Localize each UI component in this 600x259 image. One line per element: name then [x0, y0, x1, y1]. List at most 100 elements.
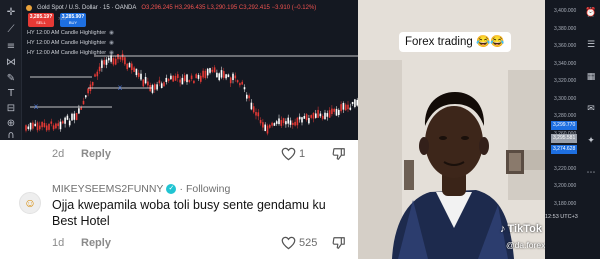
comment-date: 2d [52, 148, 65, 160]
candle [209, 68, 211, 73]
candle [170, 75, 172, 80]
candle [331, 108, 333, 115]
candle [62, 121, 64, 124]
symbol-logo-icon [26, 5, 32, 11]
candle [250, 102, 253, 110]
magnet-icon[interactable]: ∩ [5, 131, 17, 141]
chart-clock: 12:53 UTC+3 [545, 214, 578, 220]
menu-icon[interactable]: ⋯ [585, 168, 597, 178]
candle [135, 68, 138, 76]
right-sidebar: ⏰ ☰ ▦ ✉ ✦ ⋯ [582, 0, 600, 259]
candle [154, 84, 156, 90]
symbol-title[interactable]: Gold Spot / U.S. Dollar · 15 · OANDA [37, 5, 136, 11]
candle [158, 80, 161, 84]
candle [103, 60, 105, 65]
ohlc-low-value: 3,290.195 [210, 5, 238, 11]
dislike-icon[interactable] [332, 236, 346, 250]
fib-icon[interactable]: ≡ [5, 42, 17, 52]
indicator-legend-2[interactable]: HY 12:00 AM Candle Highlighter ◉ [27, 40, 114, 46]
sell-button[interactable]: 3,285.19? SELL [28, 13, 54, 27]
candle [229, 77, 232, 84]
candle [124, 57, 126, 65]
candle [52, 125, 55, 130]
candle [147, 81, 149, 86]
symbol-info-bar: Gold Spot / U.S. Dollar · 15 · OANDA O3,… [26, 3, 316, 13]
candle [347, 104, 349, 110]
price-tick-label: 3,400.000 [554, 8, 577, 14]
candle [29, 122, 32, 130]
tiktok-brand: TikTok [507, 223, 542, 235]
price-tick-label: 3,280.000 [554, 113, 577, 119]
candle [298, 116, 301, 120]
candle [294, 121, 296, 126]
indicator-legend-3[interactable]: HY 12:00 AM Candle Highlighter ◉ [27, 50, 114, 56]
indicator-legend-1[interactable]: HY 12:00 AM Candle Highlighter ◉ [27, 30, 114, 36]
candle [112, 58, 115, 65]
heart-icon [281, 147, 296, 161]
candle [216, 72, 218, 78]
candle [179, 79, 181, 83]
zoom-icon[interactable]: ⊕ [5, 119, 17, 129]
candle [85, 95, 87, 98]
like-button[interactable]: 1 [281, 147, 305, 161]
candle [91, 81, 94, 86]
price-tick-label: 3,340.000 [554, 60, 577, 67]
pattern-icon[interactable]: ⋈ [5, 58, 17, 68]
candle [220, 70, 223, 78]
candle [27, 126, 30, 130]
chat-icon[interactable]: ✉ [585, 104, 597, 114]
candle [273, 123, 276, 126]
indicator-name: HY 12:00 AM Candle Highlighter [27, 30, 107, 36]
brush-icon[interactable]: ✎ [5, 74, 17, 84]
candle [50, 121, 53, 124]
candle [255, 112, 257, 116]
spread-value: 71.0 [58, 16, 66, 21]
eye-icon[interactable]: ◉ [109, 50, 114, 56]
candle [108, 57, 110, 61]
candle [105, 59, 108, 65]
dislike-icon[interactable] [332, 147, 346, 161]
avatar[interactable]: ☺ [19, 192, 41, 214]
reply-button[interactable]: Reply [81, 237, 111, 249]
username[interactable]: MIKEYSEEMS2FUNNY [52, 183, 163, 195]
candle [252, 106, 255, 113]
candle [181, 77, 184, 85]
trading-chart[interactable]: X X ✛ ⟋ ≡ ⋈ ✎ T ⊟ ⊕ ∩ Gold Spot / U.S. Do… [0, 0, 358, 140]
video-player[interactable]: Forex trading 😂😂 ♪ TikTok @da.forex.trad… [358, 0, 545, 259]
marker-label: X [118, 86, 122, 92]
calendar-icon[interactable]: ▦ [585, 72, 597, 82]
candle [232, 73, 234, 81]
comment-meta: 1d Reply [52, 237, 111, 249]
candle [114, 58, 117, 65]
candle [206, 68, 209, 76]
candle [59, 121, 62, 130]
candle [137, 72, 140, 77]
candle [57, 123, 59, 127]
indicator-name: HY 12:00 AM Candle Highlighter [27, 40, 107, 46]
trendline-icon[interactable]: ⟋ [5, 25, 17, 35]
text-icon[interactable]: T [5, 89, 17, 99]
candle [223, 71, 225, 78]
comment-date: 1d [52, 237, 65, 249]
candle [186, 74, 188, 83]
candle [241, 81, 243, 85]
reply-button[interactable]: Reply [81, 148, 111, 160]
candle [195, 74, 197, 79]
candle [227, 74, 230, 78]
candle [144, 76, 147, 84]
watchlist-icon[interactable]: ☰ [585, 40, 597, 50]
candle [275, 121, 278, 124]
candle [234, 75, 237, 79]
candle [321, 115, 324, 119]
ideas-icon[interactable]: ✦ [585, 136, 597, 146]
separator-dot: · [179, 183, 183, 195]
ruler-icon[interactable]: ⊟ [5, 104, 17, 114]
alarm-icon[interactable]: ⏰ [585, 8, 597, 18]
crosshair-icon[interactable]: ✛ [5, 8, 17, 18]
eye-icon[interactable]: ◉ [109, 40, 114, 46]
candle [151, 85, 154, 93]
candle [218, 73, 220, 81]
candle [289, 120, 292, 125]
eye-icon[interactable]: ◉ [109, 30, 114, 36]
like-button[interactable]: 525 [281, 236, 317, 250]
